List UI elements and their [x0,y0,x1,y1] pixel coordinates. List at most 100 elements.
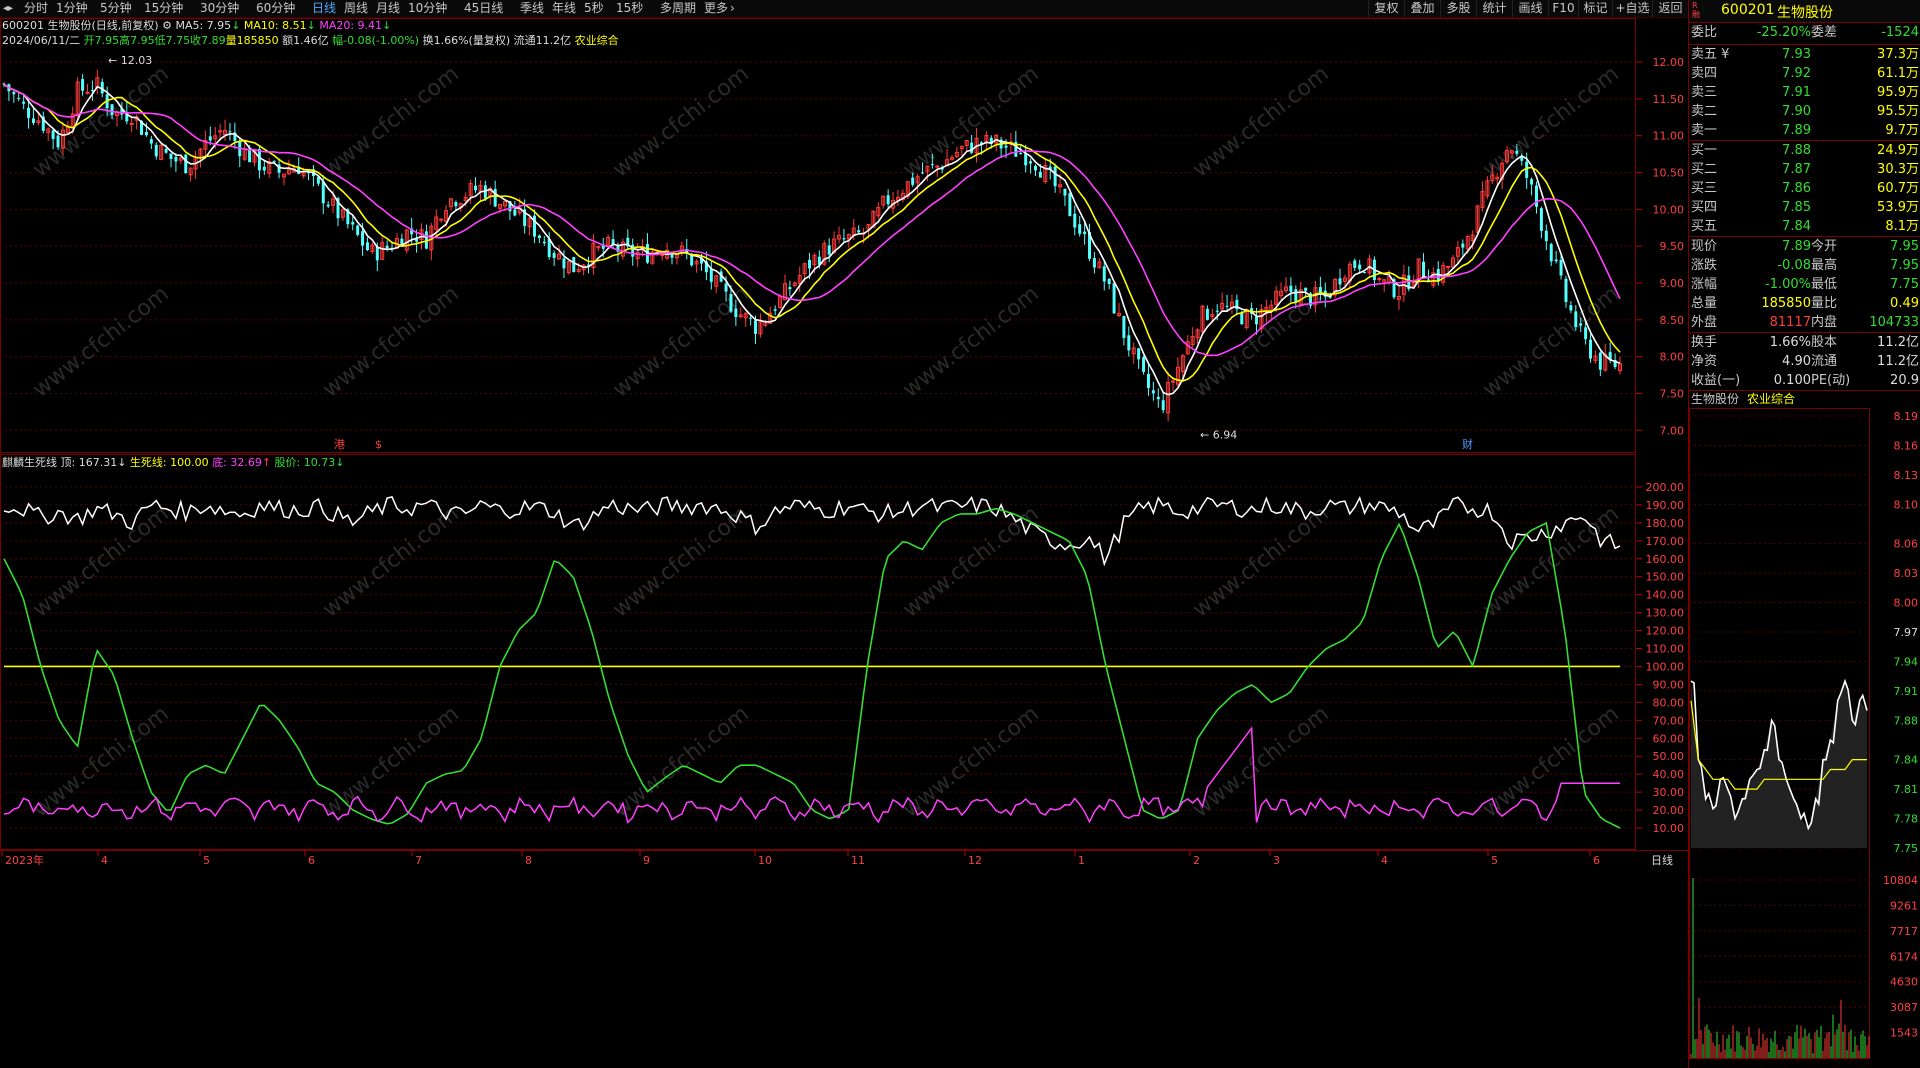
event-marker[interactable]: 港 [334,438,345,451]
stat-value2: 11.2亿 [1877,354,1919,369]
diff-label: 委差 [1811,25,1838,40]
candle-body [1033,165,1037,171]
tab-0[interactable]: 分时 [24,1,48,16]
kline-chart-area[interactable]: www.cfchi.com www.cfchi.com www.cfchi.com w… [0,18,1688,1068]
ask-row[interactable]: 卖一 7.89 9.7万 [1689,122,1920,140]
watermark-text: www.cfchi.com [898,61,1043,182]
ask-row[interactable]: 卖三 7.91 95.9万 [1689,84,1920,102]
event-marker[interactable]: $ [375,438,382,451]
ask-row[interactable]: 卖二 7.90 95.5万 [1689,103,1920,121]
candle-body [184,154,188,174]
candle-body [149,139,153,144]
tab-10[interactable]: 45日线 [464,1,503,16]
indicator-top-label: 顶: 167.31 [60,456,118,469]
indicator-axis-label: 90.00 [1653,678,1685,691]
toolbar-button-0[interactable]: 复权 [1368,0,1404,17]
candle-body [321,181,325,204]
ask-row[interactable]: 卖四 7.92 61.1万 [1689,65,1920,83]
tab-3[interactable]: 15分钟 [144,1,183,16]
toolbar-button-5[interactable]: F10 [1548,0,1578,17]
toolbar-button-3[interactable]: 统计 [1476,0,1512,17]
tab-7[interactable]: 周线 [344,1,368,16]
mini-volume-label: 1543 [1890,1027,1918,1040]
ma5-label: MA5: 7.95 [175,19,232,32]
indicator-axis-label: 70.00 [1653,714,1685,727]
x-axis-label: 9 [643,854,650,867]
stock-code: 600201 [2,19,44,32]
stat-label: 现价 [1691,239,1718,254]
row-label: 买三 [1691,181,1718,196]
candle-body [1073,213,1077,228]
tab-2[interactable]: 5分钟 [100,1,132,16]
ohlc-info-line: 2024/06/11/二 开7.95高7.95低7.75收7.89量185850… [2,34,619,48]
indicator-axis-label: 180.00 [1646,517,1685,530]
stat-row: 总量 185850 量比 0.49 [1689,295,1920,313]
indicator-axis-label: 200.00 [1646,481,1685,494]
bid-row[interactable]: 买二 7.87 30.3万 [1689,161,1920,179]
mini-price-label: 8.06 [1894,538,1919,551]
stat-value2: 7.95 [1890,258,1919,273]
toolbar-button-6[interactable]: 标记 [1578,0,1612,17]
tab-4[interactable]: 30分钟 [200,1,239,16]
stat-row: 涨幅 -1.00% 最低 7.75 [1689,276,1920,294]
stat-value: 1.66% [1769,335,1811,350]
tab-12[interactable]: 年线 [552,1,576,16]
candle-body [1205,308,1209,320]
tab-16[interactable]: 更多 [704,1,728,16]
tab-14[interactable]: 15秒 [616,1,643,16]
stat-label: 总量 [1691,296,1718,311]
tab-13[interactable]: 5秒 [584,1,604,16]
tab-5[interactable]: 60分钟 [256,1,295,16]
indicator-axis-label: 170.00 [1646,535,1685,548]
turnover-label: 换1.66%(量复权) [422,34,511,47]
stat2-row: 换手 1.66% 股本 11.2亿 [1689,334,1920,352]
x-axis-label: 7 [415,854,422,867]
open-label: 开7.95 [83,34,120,47]
bid-row[interactable]: 买一 7.88 24.9万 [1689,142,1920,160]
candle-body [857,230,861,233]
x-axis-label: 10 [758,854,772,867]
nav-arrows-icon[interactable]: ◂▸ [3,1,13,16]
candle-body [808,259,812,269]
tab-15[interactable]: 多周期 [660,1,696,16]
indicator-axis-label: 80.00 [1653,696,1685,709]
indicator-name[interactable]: 麒麟生死线 [2,456,57,469]
high-label: 高7.95 [119,34,155,47]
stat-label: 涨跌 [1691,258,1718,273]
candle-body [1564,278,1568,302]
watermark-text: www.cfchi.com [898,501,1043,622]
indicator-axis-label: 190.00 [1646,499,1685,512]
tab-11[interactable]: 季线 [520,1,544,16]
rz-badge-icon: R融 [1692,1,1700,19]
bid-row[interactable]: 买三 7.86 60.7万 [1689,180,1920,198]
bid-row[interactable]: 买四 7.85 53.9万 [1689,199,1920,217]
row-label: 买五 [1691,219,1718,234]
toolbar-button-2[interactable]: 多股 [1440,0,1476,17]
event-marker[interactable]: 财 [1462,437,1473,451]
toolbar-button-8[interactable]: 返回 [1652,0,1688,17]
tab-1[interactable]: 1分钟 [56,1,88,16]
row-volume: 95.9万 [1877,85,1919,100]
tab-8[interactable]: 月线 [376,1,400,16]
toolbar-button-1[interactable]: 叠加 [1404,0,1440,17]
toolbar-button-7[interactable]: +自选 [1612,0,1652,17]
candle-body [1092,258,1096,268]
bid-row[interactable]: 买五 7.84 8.1万 [1689,218,1920,236]
candle-body [1019,152,1023,154]
ask-row[interactable]: 卖五 ¥ 7.93 37.3万 [1689,46,1920,64]
mini-price-label: 7.88 [1894,714,1919,727]
candlestick-series [2,69,1622,422]
intraday-minichart[interactable]: 8.19 8.16 8.13 8.10 8.06 8.03 8.00 7.97 7.94 7.91… [1689,408,1920,1068]
sector-label[interactable]: 农业综合 [575,34,619,47]
tab-6[interactable]: 日线 [312,1,336,16]
tab-9[interactable]: 10分钟 [408,1,447,16]
candle-body [970,142,974,153]
minichart-sector[interactable]: 农业综合 [1747,391,1795,407]
row-label: 卖二 [1691,104,1718,119]
row-label: 卖三 [1691,85,1718,100]
more-arrow-icon[interactable]: › [730,1,735,16]
candle-body [1107,278,1111,285]
settings-icon[interactable]: ⚙ [162,19,172,32]
toolbar-button-4[interactable]: 画线 [1512,0,1548,17]
watermark-text: www.cfchi.com [1188,501,1333,622]
